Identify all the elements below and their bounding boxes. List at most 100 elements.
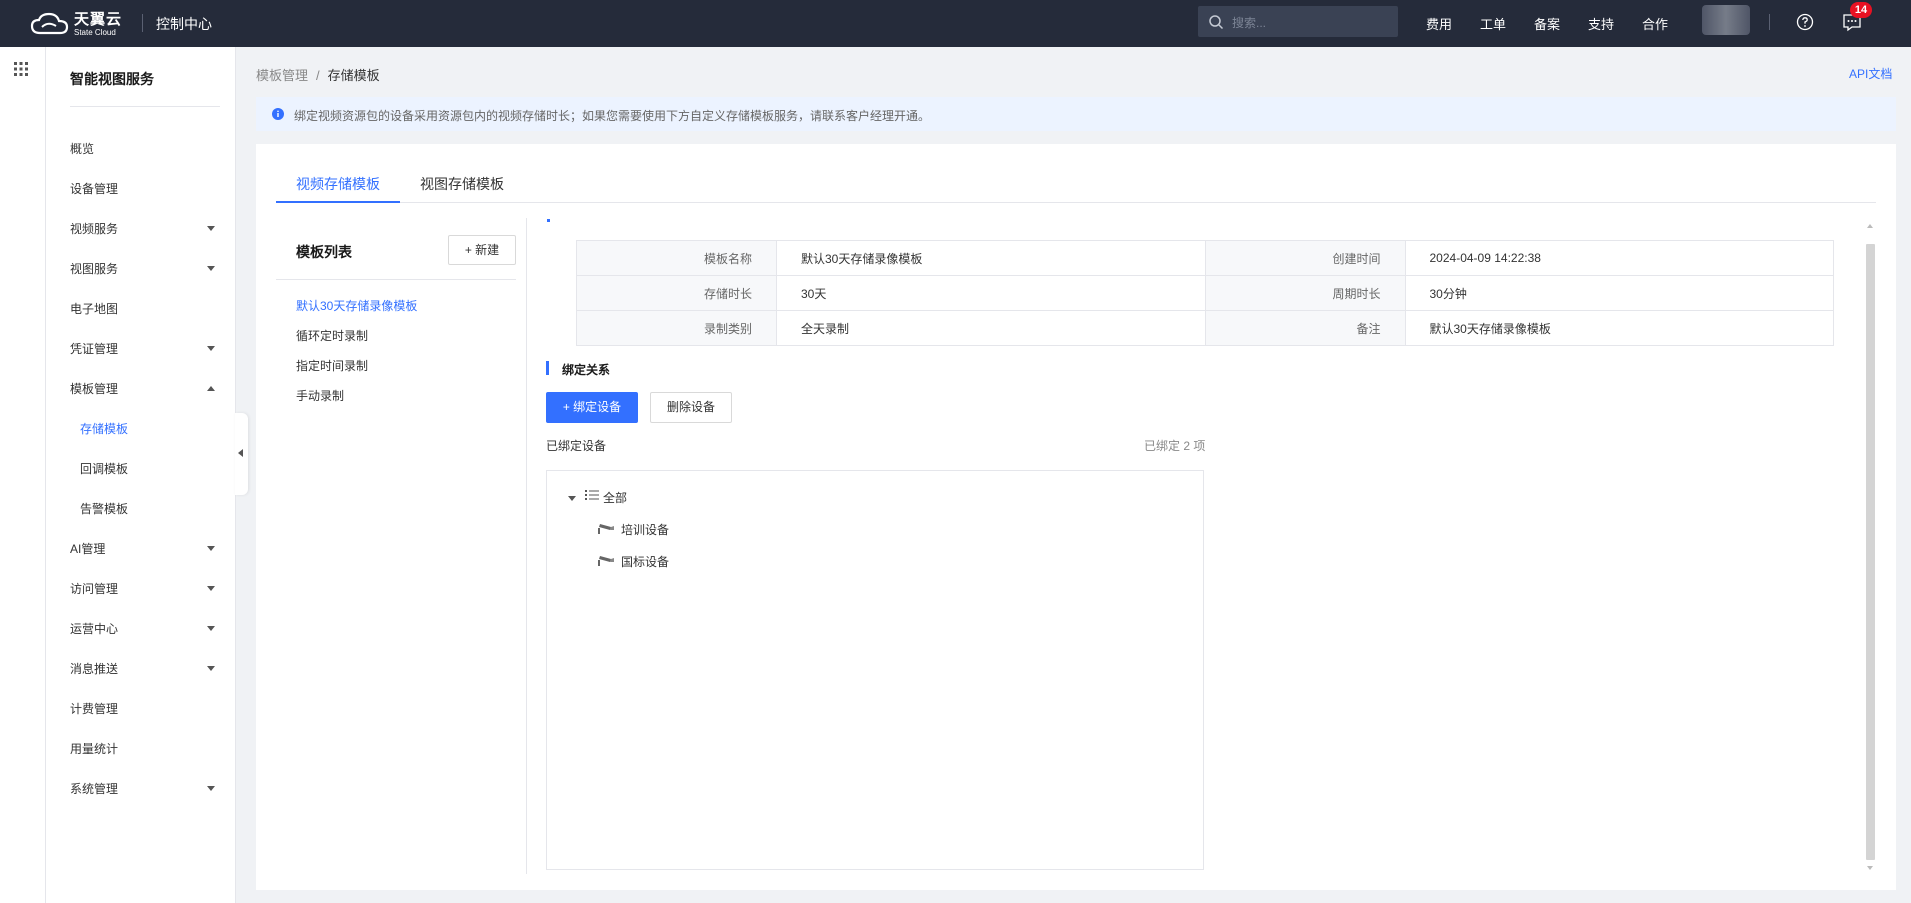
sidebar-item-label: 消息推送 (70, 662, 119, 676)
sidebar: 智能视图服务 概览 设备管理 视频服务 视图服务 电子地图 凭证管理 模板管理 … (46, 47, 236, 903)
new-template-button[interactable]: + 新建 (448, 235, 516, 265)
nav-filing[interactable]: 备案 (1534, 14, 1560, 33)
sidebar-item-label: 设备管理 (70, 182, 119, 196)
detail-key: 录制类别 (576, 310, 777, 346)
delete-device-button[interactable]: 删除设备 (650, 392, 732, 423)
help-icon[interactable] (1796, 13, 1814, 31)
section-marker (547, 219, 550, 222)
sidebar-item-video-service[interactable]: 视频服务 (46, 208, 236, 248)
sidebar-item-map[interactable]: 电子地图 (46, 288, 236, 328)
sidebar-item-label: 凭证管理 (70, 342, 119, 356)
table-row: 模板名称 默认30天存储录像模板 创建时间 2024-04-09 14:22:3… (576, 240, 1834, 276)
sidebar-item-label: 访问管理 (70, 582, 119, 596)
camera-icon (598, 524, 614, 534)
tab-image-storage[interactable]: 视图存储模板 (420, 174, 504, 194)
caret-down-icon[interactable] (568, 496, 576, 501)
sidebar-item-devices[interactable]: 设备管理 (46, 168, 236, 208)
sidebar-item-alarm-template[interactable]: 告警模板 (46, 488, 236, 528)
list-panel-divider (526, 218, 527, 874)
nav-support[interactable]: 支持 (1588, 14, 1614, 33)
logo-text: 天翼云 State Cloud (74, 12, 122, 37)
detail-value: 30天 (776, 275, 1206, 311)
info-icon (272, 108, 284, 120)
breadcrumb-parent[interactable]: 模板管理 (256, 68, 308, 83)
tabs-divider (276, 202, 1876, 203)
api-doc-link[interactable]: API文档 (1849, 65, 1892, 82)
search-icon (1209, 15, 1224, 30)
nav-partner[interactable]: 合作 (1642, 14, 1668, 33)
chevron-down-icon (207, 226, 215, 231)
table-row: 存储时长 30天 周期时长 30分钟 (576, 275, 1834, 311)
sidebar-item-access[interactable]: 访问管理 (46, 568, 236, 608)
binding-section-title: 绑定关系 (562, 363, 611, 377)
template-item-cyclic[interactable]: 循环定时录制 (296, 327, 368, 344)
list-divider (276, 279, 516, 280)
chevron-down-icon (207, 666, 215, 671)
list-icon (585, 490, 599, 500)
sidebar-item-label: 电子地图 (70, 302, 119, 316)
chevron-down-icon (207, 266, 215, 271)
bind-device-button[interactable]: + 绑定设备 (546, 392, 638, 423)
sidebar-item-label: 计费管理 (70, 702, 119, 716)
sidebar-item-image-service[interactable]: 视图服务 (46, 248, 236, 288)
sidebar-item-storage-template[interactable]: 存储模板 (46, 408, 236, 448)
breadcrumb-current: 存储模板 (327, 68, 380, 83)
tree-root-node[interactable]: 全部 (603, 489, 627, 506)
sidebar-item-credentials[interactable]: 凭证管理 (46, 328, 236, 368)
scroll-up-arrow[interactable] (1867, 224, 1873, 228)
sidebar-item-operations[interactable]: 运营中心 (46, 608, 236, 648)
tab-video-storage[interactable]: 视频存储模板 (296, 174, 380, 194)
search-input[interactable]: 搜索... (1198, 6, 1398, 37)
sidebar-item-billing[interactable]: 计费管理 (46, 688, 236, 728)
sidebar-item-label: 概览 (70, 142, 95, 156)
sidebar-item-push[interactable]: 消息推送 (46, 648, 236, 688)
chevron-down-icon (207, 586, 215, 591)
sidebar-title: 智能视图服务 (70, 71, 154, 87)
tree-device-node[interactable]: 培训设备 (621, 521, 669, 538)
product-strip (0, 47, 46, 903)
tree-device-node[interactable]: 国标设备 (621, 553, 669, 570)
console-title[interactable]: 控制中心 (156, 14, 212, 34)
detail-value: 默认30天存储录像模板 (776, 240, 1206, 276)
logo-divider (142, 14, 143, 32)
template-item-default[interactable]: 默认30天存储录像模板 (296, 297, 417, 314)
template-item-manual[interactable]: 手动录制 (296, 387, 344, 404)
bound-count: 已绑定 2 项 (1144, 439, 1206, 453)
breadcrumb: 模板管理 / 存储模板 (256, 65, 380, 84)
search-placeholder: 搜索... (1232, 16, 1267, 30)
sidebar-collapse-handle[interactable] (235, 413, 248, 495)
avatar[interactable] (1702, 5, 1750, 35)
main-card: 视频存储模板 视图存储模板 模板列表 + 新建 默认30天存储录像模板 循环定时… (256, 144, 1896, 890)
logo-en: State Cloud (74, 27, 116, 37)
scroll-down-arrow[interactable] (1867, 866, 1873, 870)
sidebar-item-callback-template[interactable]: 回调模板 (46, 448, 236, 488)
logo[interactable]: 天翼云 State Cloud (30, 9, 122, 39)
sidebar-item-usage[interactable]: 用量统计 (46, 728, 236, 768)
chevron-left-icon (238, 449, 243, 457)
notice-text: 绑定视频资源包的设备采用资源包内的视频存储时长；如果您需要使用下方自定义存储模板… (294, 109, 931, 123)
detail-key: 创建时间 (1204, 240, 1406, 276)
sidebar-item-ai[interactable]: AI管理 (46, 528, 236, 568)
sidebar-item-templates[interactable]: 模板管理 (46, 368, 236, 408)
detail-value: 2024-04-09 14:22:38 (1404, 240, 1834, 276)
top-bar: 天翼云 State Cloud 控制中心 搜索... 费用 工单 备案 支持 合… (0, 0, 1911, 47)
sidebar-item-system[interactable]: 系统管理 (46, 768, 236, 808)
device-tree: 全部 培训设备 国标设备 (546, 470, 1204, 870)
sidebar-item-label: 存储模板 (80, 422, 129, 436)
sidebar-item-label: 视频服务 (70, 222, 119, 236)
detail-key: 存储时长 (576, 275, 777, 311)
nav-fees[interactable]: 费用 (1426, 14, 1452, 33)
sidebar-divider (70, 106, 220, 107)
sidebar-item-label: 系统管理 (70, 782, 119, 796)
cloud-logo-icon (30, 12, 69, 35)
sidebar-item-label: 告警模板 (80, 502, 129, 516)
scrollbar[interactable] (1866, 244, 1875, 860)
template-item-scheduled[interactable]: 指定时间录制 (296, 357, 368, 374)
sidebar-item-overview[interactable]: 概览 (46, 128, 236, 168)
message-count-badge: 14 (1850, 2, 1872, 18)
section-marker (546, 361, 549, 375)
sidebar-item-label: 视图服务 (70, 262, 119, 276)
nav-tickets[interactable]: 工单 (1480, 14, 1506, 33)
sidebar-item-label: 模板管理 (70, 382, 119, 396)
apps-grid-icon[interactable] (14, 62, 28, 76)
